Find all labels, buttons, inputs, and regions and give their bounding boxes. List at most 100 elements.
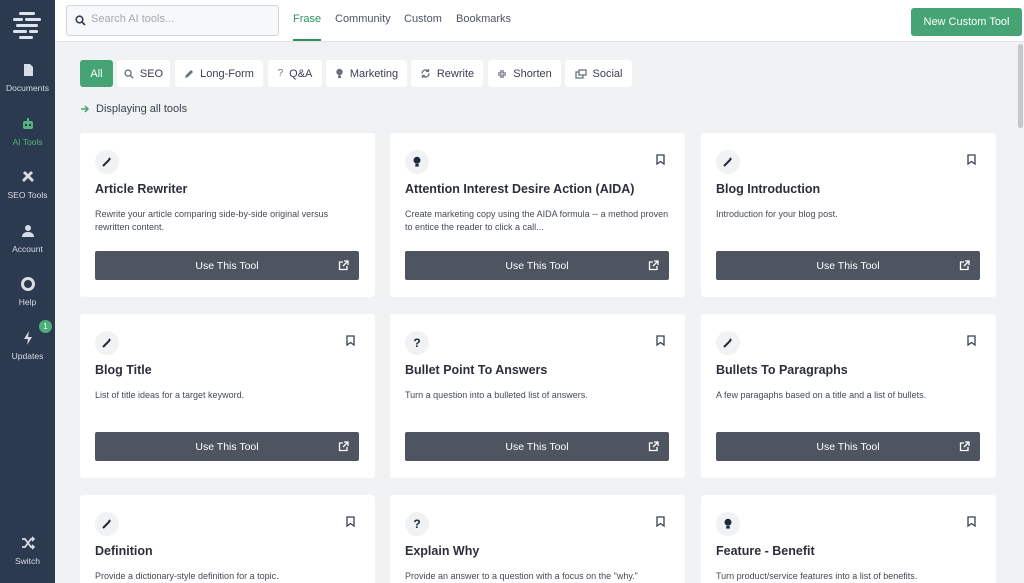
tool-title[interactable]: Explain Why [405, 544, 479, 558]
filter-social[interactable]: Social [565, 60, 632, 87]
external-link-icon [959, 441, 970, 452]
filter-seo[interactable]: SEO [117, 60, 170, 87]
sidebar-item-seo-tools[interactable]: SEO Tools [0, 169, 55, 200]
tool-card[interactable]: Definition Provide a dictionary-style def… [80, 495, 375, 583]
bookmark-icon[interactable] [656, 154, 665, 165]
magic-wand-icon [716, 150, 740, 174]
tool-card[interactable]: Feature - Benefit Turn product/service fe… [701, 495, 996, 583]
tool-card[interactable]: ? Bullet Point To Answers Turn a question … [390, 314, 685, 478]
tools-icon [21, 171, 34, 182]
scrollbar-thumb[interactable] [1018, 44, 1023, 128]
sidebar-item-label: AI Tools [12, 137, 43, 147]
search-box[interactable] [66, 5, 279, 36]
external-link-icon [648, 260, 659, 271]
tool-title[interactable]: Bullets To Paragraphs [716, 363, 848, 377]
sidebar-item-updates[interactable]: Updates [0, 330, 55, 361]
new-custom-tool-button[interactable]: New Custom Tool [911, 8, 1022, 36]
lightbulb-icon [716, 512, 740, 536]
tool-title[interactable]: Blog Title [95, 363, 152, 377]
user-icon [21, 225, 34, 237]
bookmark-icon[interactable] [656, 516, 665, 527]
sidebar-item-label: SEO Tools [7, 190, 48, 200]
sidebar-item-label: Documents [6, 83, 49, 93]
bookmark-icon[interactable] [346, 516, 355, 527]
tool-title[interactable]: Attention Interest Desire Action (AIDA) [405, 182, 634, 196]
question-icon: ? [405, 331, 429, 355]
display-text: Displaying all tools [96, 103, 188, 115]
sidebar-item-account[interactable]: Account [0, 223, 55, 254]
filter-rewrite[interactable]: Rewrite [411, 60, 483, 87]
bookmark-icon[interactable] [967, 154, 976, 165]
tool-title[interactable]: Definition [95, 544, 153, 558]
tool-card[interactable]: Article Rewriter Rewrite your article com… [80, 133, 375, 297]
filter-marketing[interactable]: Marketing [326, 60, 407, 87]
use-tool-button[interactable]: Use This Tool [716, 432, 980, 461]
filter-shorten[interactable]: Shorten [488, 60, 561, 87]
filter-qa[interactable]: ? Q&A [268, 60, 322, 87]
filter-all[interactable]: All [80, 60, 113, 87]
tool-card[interactable]: Blog Title List of title ideas for a targ… [80, 314, 375, 478]
use-tool-button[interactable]: Use This Tool [716, 251, 980, 280]
filter-label: Rewrite [436, 67, 475, 80]
bolt-icon [23, 331, 32, 345]
shuffle-icon [21, 536, 35, 550]
tool-description: List of title ideas for a target keyword… [95, 390, 245, 400]
bookmark-icon[interactable] [967, 335, 976, 346]
robot-icon [22, 118, 33, 129]
tab-frase[interactable]: Frase [293, 13, 321, 25]
sidebar-item-switch[interactable]: Switch [0, 535, 55, 566]
use-tool-label: Use This Tool [195, 259, 259, 272]
external-link-icon [338, 260, 349, 271]
search-icon [124, 68, 134, 79]
sidebar-item-help[interactable]: Help [0, 276, 55, 307]
sidebar-item-ai-tools[interactable]: AI Tools [0, 116, 55, 147]
tool-card[interactable]: Bullets To Paragraphs A few paragaphs bas… [701, 314, 996, 478]
filter-label: Long-Form [200, 67, 254, 80]
tab-community[interactable]: Community [335, 13, 391, 25]
sidebar: Documents AI Tools SEO Tools Account Hel… [0, 0, 55, 583]
use-tool-label: Use This Tool [816, 259, 880, 272]
top-bar: Frase Community Custom Bookmarks New Cus… [55, 0, 1024, 42]
sidebar-item-label: Account [12, 244, 43, 254]
use-tool-button[interactable]: Use This Tool [405, 432, 669, 461]
tool-description: Rewrite your article comparing side-by-s… [95, 209, 329, 232]
tool-card[interactable]: Blog Introduction Introduction for your b… [701, 133, 996, 297]
arrow-right-icon [81, 105, 90, 113]
tool-description: A few paragaphs based on a title and a l… [716, 390, 927, 400]
pencil-icon [185, 69, 194, 78]
tool-title[interactable]: Feature - Benefit [716, 544, 815, 558]
tab-custom[interactable]: Custom [404, 13, 442, 25]
tool-card[interactable]: Attention Interest Desire Action (AIDA) C… [390, 133, 685, 297]
bookmark-icon[interactable] [346, 335, 355, 346]
bookmark-icon[interactable] [967, 516, 976, 527]
tool-card[interactable]: ? Explain Why Provide an answer to a quest… [390, 495, 685, 583]
sidebar-item-label: Switch [14, 556, 41, 566]
use-tool-label: Use This Tool [816, 440, 880, 453]
search-icon [75, 15, 86, 26]
tool-description: Provide an answer to a question with a f… [405, 571, 638, 581]
filter-label: Marketing [349, 67, 399, 80]
magic-wand-icon [716, 331, 740, 355]
use-tool-label: Use This Tool [505, 440, 569, 453]
sidebar-item-label: Updates [11, 351, 44, 361]
use-tool-button[interactable]: Use This Tool [95, 251, 359, 280]
tool-description: Provide a dictionary-style definition fo… [95, 571, 279, 581]
frase-logo[interactable] [10, 9, 44, 39]
bookmark-icon[interactable] [656, 335, 665, 346]
tool-description: Turn a question into a bulleted list of … [405, 390, 588, 400]
tool-title[interactable]: Blog Introduction [716, 182, 820, 196]
tab-bookmarks[interactable]: Bookmarks [456, 13, 511, 25]
filter-label: Q&A [289, 67, 313, 80]
tool-description: Create marketing copy using the AIDA for… [405, 209, 669, 232]
tool-title[interactable]: Article Rewriter [95, 182, 187, 196]
filter-label: Shorten [513, 67, 552, 80]
filter-long-form[interactable]: Long-Form [175, 60, 263, 87]
use-tool-button[interactable]: Use This Tool [95, 432, 359, 461]
external-link-icon [648, 441, 659, 452]
tool-title[interactable]: Bullet Point To Answers [405, 363, 547, 377]
use-tool-button[interactable]: Use This Tool [405, 251, 669, 280]
search-input[interactable] [91, 13, 271, 25]
sidebar-item-documents[interactable]: Documents [0, 62, 55, 93]
sidebar-item-label: Help [18, 297, 37, 307]
magic-wand-icon [95, 150, 119, 174]
